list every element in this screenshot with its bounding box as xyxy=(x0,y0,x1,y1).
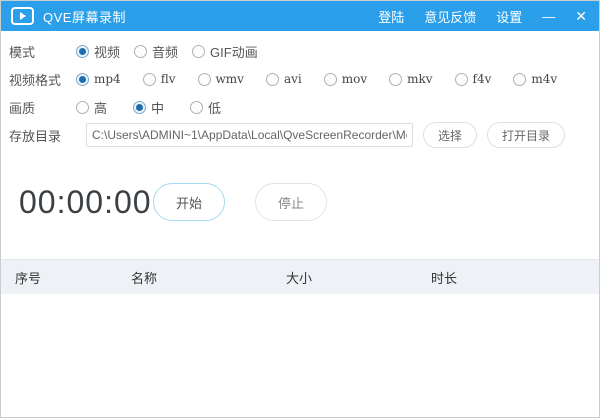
radio-label: f4v xyxy=(473,72,492,86)
radio-circle-icon xyxy=(324,73,337,86)
radio-circle-icon xyxy=(190,101,203,114)
directory-label: 存放目录 xyxy=(9,126,76,145)
mode-label: 模式 xyxy=(9,42,76,61)
stop-button[interactable]: 停止 xyxy=(255,183,327,221)
radio-label: GIF动画 xyxy=(210,42,258,61)
quality-radio-group: 高 中 低 xyxy=(76,98,247,117)
radio-circle-icon xyxy=(76,101,89,114)
recorder-controls: 00:00:00 开始 停止 xyxy=(9,183,599,221)
radio-format-wmv[interactable]: wmv xyxy=(198,72,244,86)
start-button[interactable]: 开始 xyxy=(153,183,225,221)
radio-label: mkv xyxy=(407,72,432,86)
choose-directory-button[interactable]: 选择 xyxy=(423,122,477,148)
radio-format-mp4[interactable]: mp4 xyxy=(76,72,121,86)
format-row: 视频格式 mp4 flv wmv avi xyxy=(9,65,599,93)
format-label: 视频格式 xyxy=(9,70,76,89)
settings-link[interactable]: 设置 xyxy=(496,7,522,26)
radio-label: 音频 xyxy=(152,42,178,61)
radio-circle-icon xyxy=(134,45,147,58)
radio-circle-icon xyxy=(143,73,156,86)
radio-label: mp4 xyxy=(94,72,121,86)
mode-row: 模式 视频 音频 GIF动画 xyxy=(9,37,599,65)
app-logo-play-icon xyxy=(11,7,34,25)
radio-mode-gif[interactable]: GIF动画 xyxy=(192,42,258,61)
column-header-size: 大小 xyxy=(286,268,431,287)
recordings-table-body xyxy=(1,294,599,418)
radio-circle-icon xyxy=(389,73,402,86)
recordings-table-header: 序号 名称 大小 时长 xyxy=(1,259,599,294)
directory-row: 存放目录 选择 打开目录 xyxy=(9,121,599,149)
radio-label: 低 xyxy=(208,98,221,117)
feedback-link[interactable]: 意见反馈 xyxy=(424,7,476,26)
column-header-index: 序号 xyxy=(15,268,131,287)
column-header-name: 名称 xyxy=(131,268,286,287)
radio-circle-icon xyxy=(513,73,526,86)
radio-format-flv[interactable]: flv xyxy=(143,72,176,86)
open-directory-button[interactable]: 打开目录 xyxy=(487,122,565,148)
radio-circle-icon xyxy=(133,101,146,114)
radio-label: m4v xyxy=(531,72,557,86)
radio-circle-icon xyxy=(266,73,279,86)
radio-format-f4v[interactable]: f4v xyxy=(455,72,492,86)
radio-circle-icon xyxy=(76,45,89,58)
radio-quality-medium[interactable]: 中 xyxy=(133,98,164,117)
radio-mode-audio[interactable]: 音频 xyxy=(134,42,178,61)
radio-circle-icon xyxy=(198,73,211,86)
radio-format-m4v[interactable]: m4v xyxy=(513,72,557,86)
quality-row: 画质 高 中 低 xyxy=(9,93,599,121)
main-content: 模式 视频 音频 GIF动画 视频格式 xyxy=(1,31,599,221)
window-title: QVE屏幕录制 xyxy=(43,7,126,26)
radio-quality-low[interactable]: 低 xyxy=(190,98,221,117)
radio-format-avi[interactable]: avi xyxy=(266,72,302,86)
play-triangle-icon xyxy=(20,12,26,20)
directory-input[interactable] xyxy=(86,123,413,147)
radio-quality-high[interactable]: 高 xyxy=(76,98,107,117)
radio-format-mov[interactable]: mov xyxy=(324,72,367,86)
close-button[interactable]: ✕ xyxy=(575,9,587,23)
radio-mode-video[interactable]: 视频 xyxy=(76,42,120,61)
radio-circle-icon xyxy=(455,73,468,86)
radio-label: 高 xyxy=(94,98,107,117)
login-link[interactable]: 登陆 xyxy=(378,7,404,26)
radio-label: avi xyxy=(284,72,302,86)
radio-label: 中 xyxy=(151,98,164,117)
radio-label: flv xyxy=(161,72,176,86)
radio-circle-icon xyxy=(192,45,205,58)
timer-display: 00:00:00 xyxy=(19,184,139,221)
radio-label: mov xyxy=(342,72,367,86)
minimize-button[interactable]: — xyxy=(542,10,555,23)
radio-format-mkv[interactable]: mkv xyxy=(389,72,432,86)
radio-label: wmv xyxy=(216,72,244,86)
titlebar: QVE屏幕录制 登陆 意见反馈 设置 — ✕ xyxy=(1,1,599,31)
radio-label: 视频 xyxy=(94,42,120,61)
mode-radio-group: 视频 音频 GIF动画 xyxy=(76,42,272,61)
quality-label: 画质 xyxy=(9,98,76,117)
radio-circle-icon xyxy=(76,73,89,86)
format-radio-group: mp4 flv wmv avi mov xyxy=(76,72,579,86)
column-header-duration: 时长 xyxy=(431,268,599,287)
app-window: QVE屏幕录制 登陆 意见反馈 设置 — ✕ 模式 视频 音频 GIF动画 xyxy=(0,0,600,418)
